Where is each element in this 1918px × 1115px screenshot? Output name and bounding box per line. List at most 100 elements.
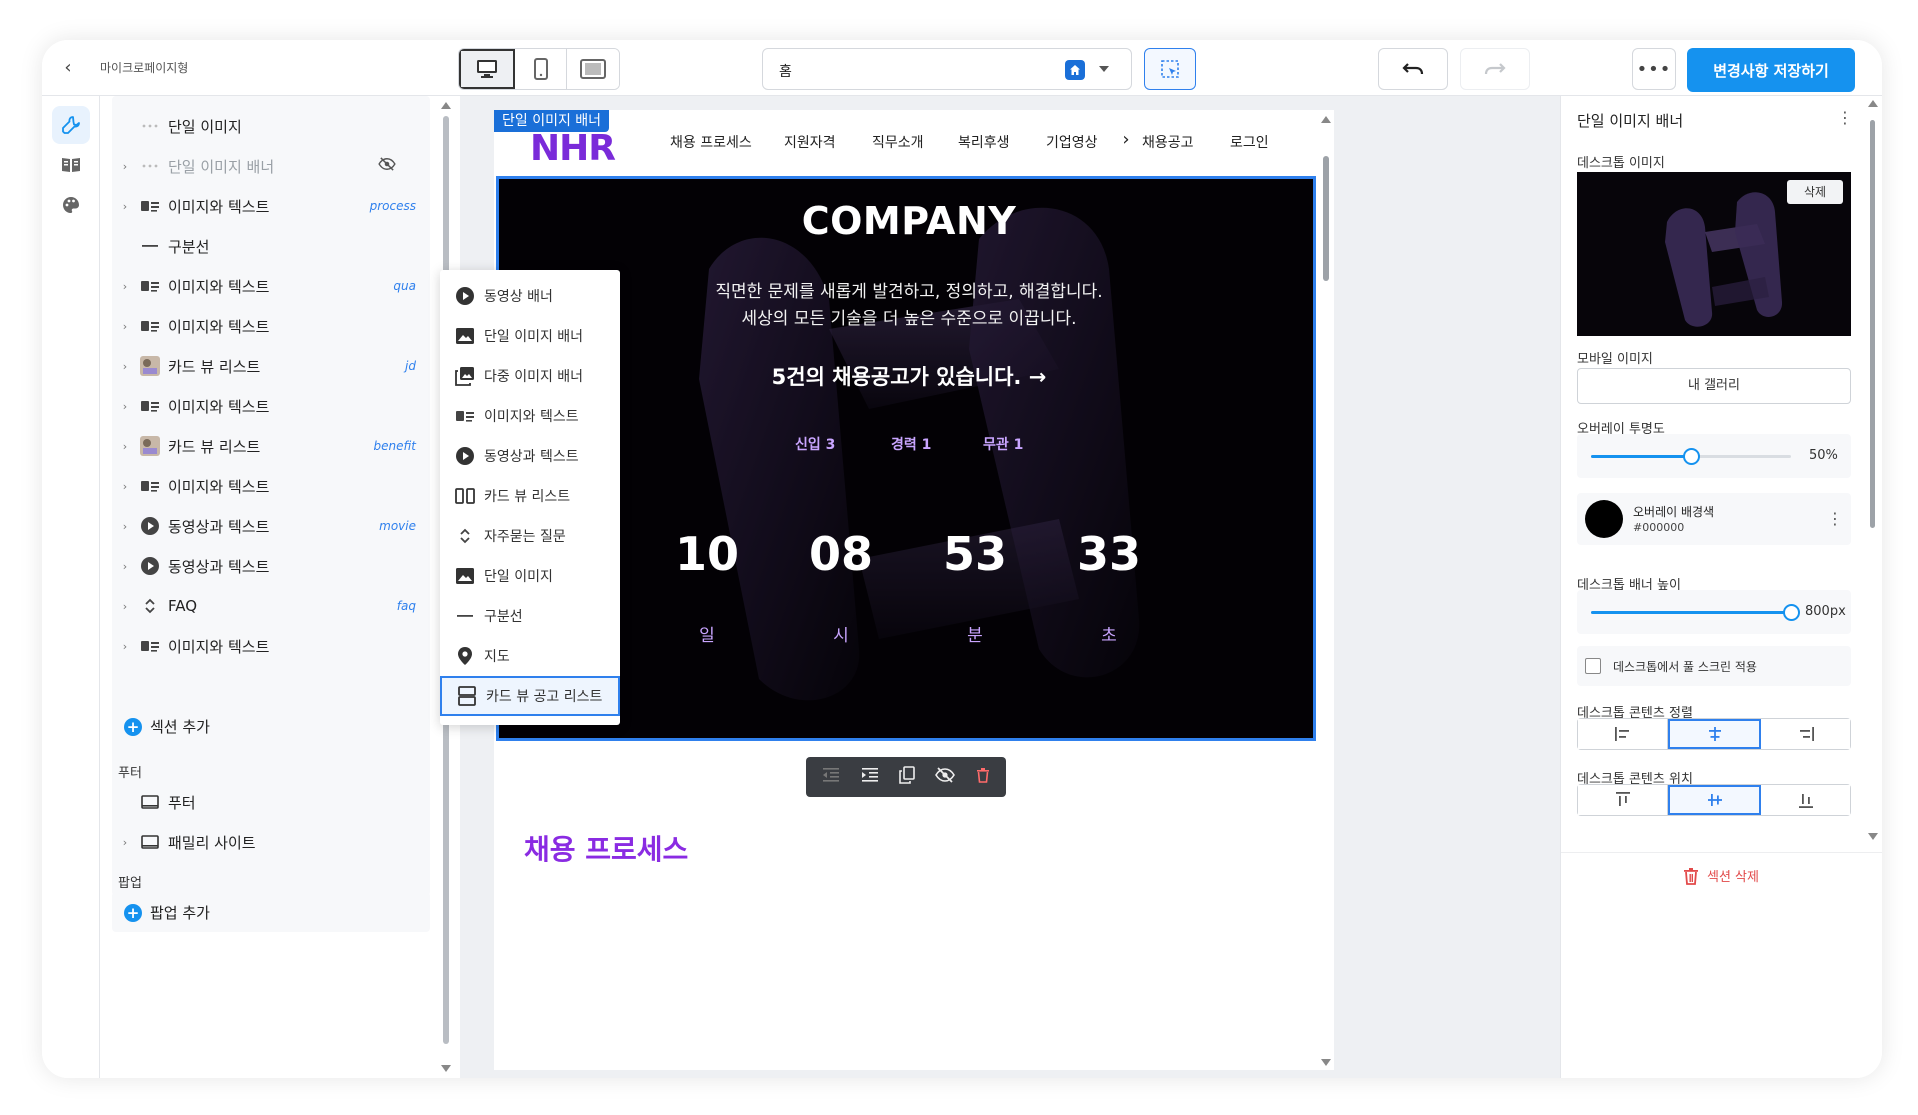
- duplicate-icon[interactable]: [899, 766, 915, 788]
- my-gallery-button[interactable]: 내 갤러리: [1577, 368, 1851, 404]
- chevron-right-icon[interactable]: ›: [112, 520, 138, 533]
- nav-item[interactable]: 기업영상: [1046, 132, 1110, 152]
- hidden-eye-icon[interactable]: [378, 157, 396, 175]
- outdent-icon[interactable]: [822, 767, 840, 787]
- rail-pages-button[interactable]: [52, 146, 90, 184]
- scroll-down-icon[interactable]: [1868, 833, 1878, 840]
- undo-button[interactable]: [1378, 48, 1448, 90]
- indent-icon[interactable]: [861, 767, 879, 787]
- chevron-right-icon[interactable]: ›: [112, 280, 138, 293]
- rail-theme-button[interactable]: [52, 186, 90, 224]
- tree-item[interactable]: › 이미지와 텍스트: [112, 626, 430, 666]
- tree-item[interactable]: › 이미지와 텍스트: [112, 306, 430, 346]
- kebab-menu-icon[interactable]: ⋮: [1837, 110, 1853, 126]
- chevron-right-icon[interactable]: ›: [112, 320, 138, 333]
- nav-item[interactable]: 직무소개: [872, 132, 958, 152]
- add-menu-item[interactable]: 동영상과 텍스트: [440, 436, 620, 476]
- chevron-right-icon[interactable]: ›: [112, 560, 138, 573]
- page-select[interactable]: 홈: [762, 48, 1132, 90]
- position-middle-button[interactable]: [1668, 785, 1761, 815]
- slider-handle[interactable]: [1783, 604, 1800, 621]
- add-popup-button[interactable]: + 팝업 추가: [124, 902, 210, 923]
- overlay-opacity-slider[interactable]: 50%: [1577, 434, 1851, 478]
- page-scroll-thumb[interactable]: [1323, 156, 1329, 281]
- chevron-right-icon[interactable]: ›: [112, 600, 138, 613]
- desktop-image-preview[interactable]: 삭제: [1577, 172, 1851, 336]
- banner-height-slider[interactable]: 800px: [1577, 590, 1851, 634]
- add-menu-item[interactable]: 자주묻는 질문: [440, 516, 620, 556]
- chevron-right-icon[interactable]: ›: [112, 836, 138, 849]
- back-arrow-icon[interactable]: ‹: [56, 56, 80, 80]
- tree-item[interactable]: › 동영상과 텍스트: [112, 546, 430, 586]
- nav-item[interactable]: 채용공고: [1142, 132, 1230, 152]
- add-menu-item[interactable]: 카드 뷰 리스트: [440, 476, 620, 516]
- tree-item[interactable]: 구분선: [112, 226, 430, 266]
- rail-edit-button[interactable]: [52, 106, 90, 144]
- add-section-button[interactable]: + 섹션 추가: [124, 716, 210, 737]
- tree-item[interactable]: › 이미지와 텍스트 process: [112, 186, 430, 226]
- chevron-right-icon[interactable]: ›: [112, 640, 138, 653]
- color-swatch[interactable]: [1585, 500, 1623, 538]
- kebab-menu-icon[interactable]: ⋮: [1827, 511, 1843, 527]
- align-center-button[interactable]: [1668, 719, 1761, 749]
- add-menu-item[interactable]: 구분선: [440, 596, 620, 636]
- more-options-button[interactable]: •••: [1632, 48, 1676, 90]
- nav-item[interactable]: 채용 프로세스: [670, 132, 784, 152]
- chevron-right-icon[interactable]: ›: [112, 160, 138, 173]
- select-element-button[interactable]: [1144, 48, 1196, 90]
- position-top-button[interactable]: [1578, 785, 1668, 815]
- scroll-up-icon[interactable]: [441, 102, 451, 109]
- position-bottom-button[interactable]: [1761, 785, 1850, 815]
- desktop-view-button[interactable]: [459, 49, 515, 89]
- add-menu-item[interactable]: 단일 이미지 배너: [440, 316, 620, 356]
- slider-handle[interactable]: [1683, 448, 1700, 465]
- scroll-down-icon[interactable]: [1321, 1059, 1331, 1066]
- props-scroll-thumb[interactable]: [1870, 120, 1875, 528]
- tree-item[interactable]: › 이미지와 텍스트: [112, 466, 430, 506]
- tree-item[interactable]: › 이미지와 텍스트 qua: [112, 266, 430, 306]
- tree-item-footer[interactable]: 푸터: [112, 782, 430, 822]
- align-left-button[interactable]: [1578, 719, 1668, 749]
- scroll-up-icon[interactable]: [1868, 100, 1878, 107]
- redo-button[interactable]: [1460, 48, 1530, 90]
- mobile-view-button[interactable]: [514, 49, 568, 89]
- nav-item[interactable]: 지원자격: [784, 132, 872, 152]
- tablet-view-button[interactable]: [567, 49, 619, 89]
- tree-item[interactable]: › FAQ faq: [112, 586, 430, 626]
- nav-item[interactable]: 복리후생: [958, 132, 1046, 152]
- nav-more-icon[interactable]: ›: [1110, 131, 1142, 152]
- chevron-right-icon[interactable]: ›: [112, 360, 138, 373]
- page-scrollbar[interactable]: [1320, 116, 1332, 1066]
- chevron-right-icon[interactable]: ›: [112, 480, 138, 493]
- tree-item[interactable]: › 이미지와 텍스트: [112, 386, 430, 426]
- delete-section-button[interactable]: 섹션 삭제: [1683, 866, 1759, 885]
- delete-image-button[interactable]: 삭제: [1787, 180, 1843, 204]
- tree-item[interactable]: › 카드 뷰 리스트 benefit: [112, 426, 430, 466]
- job-count-link[interactable]: 5건의 채용공고가 있습니다. →: [499, 361, 1313, 391]
- fullscreen-option[interactable]: 데스크톱에서 풀 스크린 적용: [1577, 646, 1851, 686]
- site-logo[interactable]: NHR: [530, 128, 616, 169]
- save-changes-button[interactable]: 변경사항 저장하기: [1687, 48, 1855, 92]
- trash-icon[interactable]: [976, 767, 990, 787]
- tree-item-family-site[interactable]: › 패밀리 사이트: [112, 822, 430, 862]
- add-menu-item[interactable]: 이미지와 텍스트: [440, 396, 620, 436]
- nav-item[interactable]: 로그인: [1230, 132, 1290, 152]
- tree-item[interactable]: › 카드 뷰 리스트 jd: [112, 346, 430, 386]
- chevron-right-icon[interactable]: ›: [112, 440, 138, 453]
- scroll-up-icon[interactable]: [1321, 116, 1331, 123]
- add-menu-item[interactable]: 동영상 배너: [440, 276, 620, 316]
- chevron-right-icon[interactable]: ›: [112, 200, 138, 213]
- align-right-button[interactable]: [1761, 719, 1850, 749]
- add-menu-item[interactable]: 단일 이미지: [440, 556, 620, 596]
- tree-item[interactable]: › 단일 이미지 배너: [112, 146, 430, 186]
- hide-icon[interactable]: [935, 767, 956, 787]
- scroll-down-icon[interactable]: [441, 1065, 451, 1072]
- add-menu-item[interactable]: 지도: [440, 636, 620, 676]
- add-menu-item[interactable]: 다중 이미지 배너: [440, 356, 620, 396]
- overlay-color-picker[interactable]: 오버레이 배경색 #000000 ⋮: [1577, 493, 1851, 545]
- fullscreen-checkbox[interactable]: [1585, 658, 1601, 674]
- add-menu-item[interactable]: 카드 뷰 공고 리스트: [440, 676, 620, 716]
- props-scrollbar[interactable]: [1867, 100, 1879, 840]
- chevron-right-icon[interactable]: ›: [112, 400, 138, 413]
- tree-item[interactable]: › 동영상과 텍스트 movie: [112, 506, 430, 546]
